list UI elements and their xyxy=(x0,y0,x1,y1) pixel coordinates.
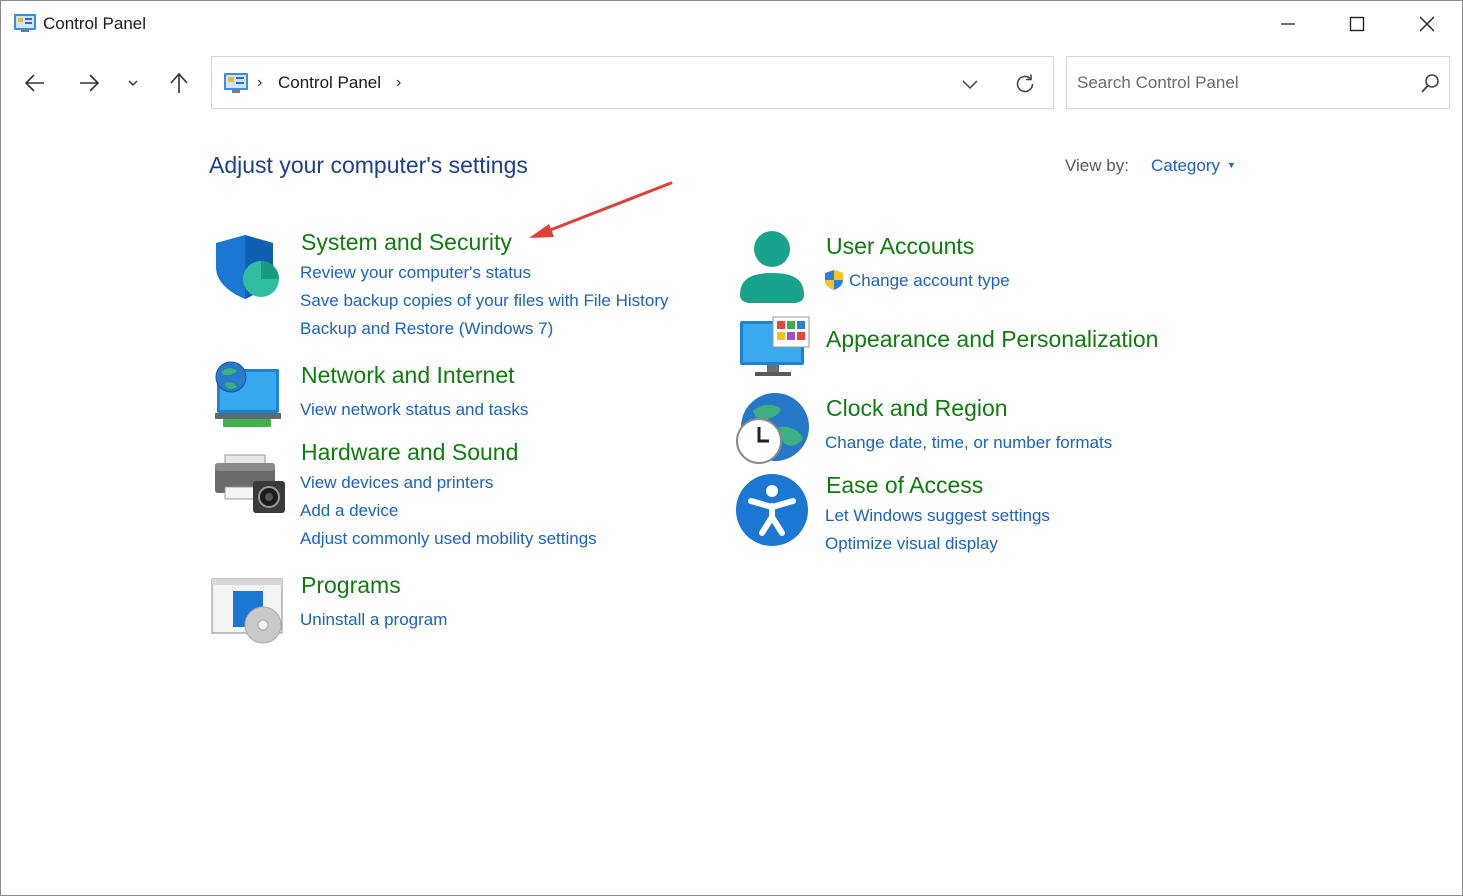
network-status-link[interactable]: View network status and tasks xyxy=(300,400,528,420)
view-by-value[interactable]: Category xyxy=(1151,156,1220,175)
appearance-personalization-link[interactable]: Appearance and Personalization xyxy=(826,326,1158,353)
review-status-link[interactable]: Review your computer's status xyxy=(300,263,531,283)
forward-button[interactable] xyxy=(69,63,109,103)
devices-printers-link[interactable]: View devices and printers xyxy=(300,473,493,493)
arrow-right-icon xyxy=(80,74,100,92)
address-dropdown-button[interactable] xyxy=(955,69,985,99)
page-heading: Adjust your computer's settings xyxy=(209,152,528,178)
view-by-dropdown[interactable]: Category ▼ xyxy=(1151,156,1236,176)
mobility-settings-link[interactable]: Adjust commonly used mobility settings xyxy=(300,529,597,549)
arrow-left-icon xyxy=(24,74,44,92)
view-by-label: View by: xyxy=(1065,156,1129,175)
close-button[interactable] xyxy=(1392,1,1462,47)
back-button[interactable] xyxy=(15,63,55,103)
caret-down-icon[interactable]: ▼ xyxy=(1227,160,1236,170)
navigation-bar: › Control Panel › xyxy=(1,47,1462,119)
date-time-formats-link[interactable]: Change date, time, or number formats xyxy=(825,433,1112,453)
minimize-icon xyxy=(1281,23,1295,25)
ease-of-access-link[interactable]: Ease of Access xyxy=(826,472,983,499)
maximize-icon xyxy=(1349,16,1365,32)
title-bar: Control Panel xyxy=(1,1,1462,47)
up-button[interactable] xyxy=(159,63,199,103)
control-panel-window: Control Panel › Control Panel › Search C… xyxy=(0,0,1463,896)
breadcrumb-separator-icon[interactable]: › xyxy=(396,74,401,92)
recent-locations-button[interactable] xyxy=(115,63,151,103)
shield-icon[interactable] xyxy=(211,233,283,301)
optimize-visual-display-link[interactable]: Optimize visual display xyxy=(825,534,998,554)
search-input[interactable] xyxy=(1077,69,1397,97)
uninstall-program-link[interactable]: Uninstall a program xyxy=(300,610,447,630)
annotation-arrow-icon xyxy=(529,181,673,238)
system-and-security-link[interactable]: System and Security xyxy=(301,229,512,256)
search-icon[interactable] xyxy=(1419,73,1441,95)
user-icon[interactable] xyxy=(735,229,811,305)
control-panel-app-icon xyxy=(13,13,37,33)
user-accounts-link[interactable]: User Accounts xyxy=(826,233,974,260)
hardware-and-sound-link[interactable]: Hardware and Sound xyxy=(301,439,518,466)
uac-shield-icon xyxy=(823,269,845,291)
minimize-button[interactable] xyxy=(1253,1,1323,47)
change-account-type-link[interactable]: Change account type xyxy=(849,271,1010,291)
control-panel-icon xyxy=(223,72,249,94)
breadcrumb-control-panel[interactable]: Control Panel xyxy=(278,73,381,93)
window-title: Control Panel xyxy=(43,14,147,33)
chevron-down-icon xyxy=(128,80,138,86)
backup-restore-link[interactable]: Backup and Restore (Windows 7) xyxy=(300,319,553,339)
accessibility-icon[interactable] xyxy=(735,473,811,549)
refresh-icon xyxy=(1016,74,1034,93)
clock-globe-icon[interactable] xyxy=(735,391,811,467)
chevron-down-icon xyxy=(962,80,978,90)
maximize-button[interactable] xyxy=(1322,1,1392,47)
arrow-up-icon xyxy=(170,72,188,93)
clock-and-region-link[interactable]: Clock and Region xyxy=(826,395,1008,422)
printer-icon[interactable] xyxy=(211,449,287,517)
programs-link[interactable]: Programs xyxy=(301,572,401,599)
search-box[interactable] xyxy=(1066,56,1450,109)
windows-suggest-settings-link[interactable]: Let Windows suggest settings xyxy=(825,506,1050,526)
breadcrumb-separator-icon[interactable]: › xyxy=(257,74,262,92)
refresh-button[interactable] xyxy=(1010,69,1040,99)
add-device-link[interactable]: Add a device xyxy=(300,501,398,521)
network-icon[interactable] xyxy=(211,361,283,429)
network-and-internet-link[interactable]: Network and Internet xyxy=(301,362,515,389)
close-icon xyxy=(1419,16,1435,32)
address-bar[interactable]: › Control Panel › xyxy=(211,56,1054,109)
file-history-link[interactable]: Save backup copies of your files with Fi… xyxy=(300,291,669,311)
appearance-icon[interactable] xyxy=(737,315,813,379)
programs-icon[interactable] xyxy=(211,577,287,645)
